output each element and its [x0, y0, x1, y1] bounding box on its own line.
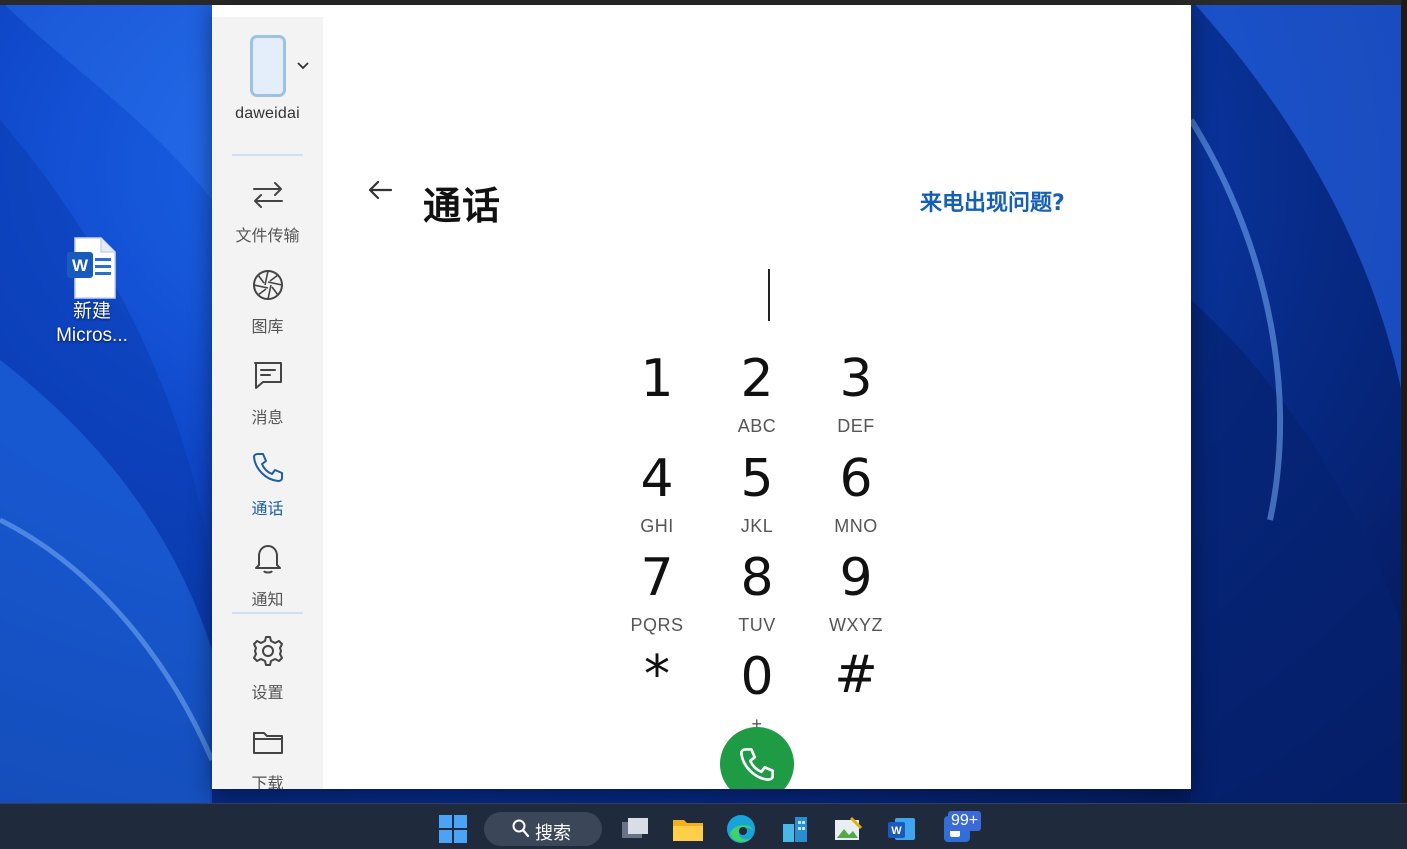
phone-device-icon [249, 35, 286, 97]
sidebar-item-calls[interactable]: 通话 [212, 450, 323, 536]
file-explorer-icon[interactable] [671, 812, 705, 846]
keypad-key-3[interactable]: 3 DEF [816, 351, 896, 437]
chevron-down-icon[interactable] [296, 61, 310, 71]
keypad-key-2[interactable]: 2 ABC [717, 351, 797, 437]
phone-link-window: daweidai 文件传输 图库 消息 通话 通知 设置 下载 通话 来电出现问… [212, 5, 1191, 789]
keypad-key-0[interactable]: 0 + [717, 649, 797, 735]
windows-start-icon[interactable] [436, 812, 470, 846]
sidebar-item-gallery[interactable]: 图库 [212, 268, 323, 354]
back-arrow-icon[interactable] [367, 177, 393, 203]
sidebar-item-label: 文件传输 [235, 228, 300, 245]
keypad-key-4[interactable]: 4 GHI [617, 451, 697, 537]
key-digit: 2 [740, 349, 774, 409]
key-digit: # [834, 645, 878, 705]
keypad-key-8[interactable]: 8 TUV [717, 550, 797, 636]
image-editor-icon[interactable] [831, 812, 865, 846]
screen-right-edge [1401, 0, 1407, 848]
taskbar-search[interactable]: 搜索 [484, 812, 602, 846]
sidebar-item-settings[interactable]: 设置 [212, 634, 323, 720]
phone-handset-icon [740, 748, 774, 781]
text-caret [768, 269, 770, 321]
sidebar-item-label: 通话 [251, 501, 284, 518]
edge-browser-icon[interactable] [724, 812, 758, 846]
gear-icon [252, 636, 283, 666]
bell-icon [254, 545, 281, 574]
sidebar-item-label: 下载 [251, 776, 284, 789]
desktop-word-document[interactable]: W 新建 Micros... [50, 236, 134, 348]
notification-badge: 99+ [948, 811, 982, 831]
keypad-key-hash[interactable]: # [816, 647, 896, 733]
gallery-icon [252, 270, 283, 300]
key-digit: * [644, 645, 670, 705]
key-digit: 1 [640, 349, 674, 409]
key-letters: PQRS [630, 615, 684, 635]
keypad-key-star[interactable]: * [617, 647, 697, 733]
call-button[interactable] [720, 727, 794, 789]
key-letters: JKL [740, 516, 774, 536]
desktop-icon-label-line1: 新建 [72, 301, 111, 322]
sidebar-item-label: 图库 [251, 319, 284, 336]
key-letters: DEF [837, 416, 875, 436]
buildings-app-icon[interactable] [778, 812, 812, 846]
taskbar: 搜索 W 99+ [0, 803, 1407, 849]
sidebar-item-label: 消息 [251, 410, 284, 427]
key-digit: 6 [839, 449, 873, 509]
phone-number-input[interactable] [603, 265, 937, 321]
key-digit: 8 [740, 548, 774, 608]
sidebar-divider [232, 154, 303, 156]
page-title: 通话 [423, 184, 502, 228]
svg-text:W: W [72, 256, 89, 275]
key-letters: TUV [738, 615, 776, 635]
search-icon [512, 819, 530, 838]
search-label: 搜索 [535, 823, 571, 844]
key-digit: 4 [640, 449, 674, 509]
keypad-key-6[interactable]: 6 MNO [816, 451, 896, 537]
transfer-icon [252, 182, 283, 208]
folder-icon [252, 732, 283, 754]
key-digit: 0 [740, 647, 774, 707]
key-letters: GHI [640, 516, 674, 536]
key-letters: WXYZ [829, 615, 883, 635]
word-document-icon: W [67, 236, 117, 300]
keypad-key-9[interactable]: 9 WXYZ [816, 550, 896, 636]
device-selector[interactable]: daweidai [212, 35, 323, 123]
word-app-icon[interactable]: W [885, 812, 919, 846]
sidebar-item-downloads[interactable]: 下载 [212, 725, 323, 789]
call-problem-help-link[interactable]: 来电出现问题? [920, 185, 1065, 217]
sidebar-item-messages[interactable]: 消息 [212, 359, 323, 445]
sidebar-divider [232, 612, 303, 614]
key-letters: ABC [737, 416, 777, 436]
keypad-key-1[interactable]: 1 [617, 351, 697, 437]
key-digit: 7 [640, 548, 674, 608]
message-icon [253, 362, 282, 389]
key-letters: MNO [834, 516, 878, 536]
key-digit: 3 [839, 349, 873, 409]
phone-icon [252, 453, 283, 482]
sidebar-item-notifications[interactable]: 通知 [212, 541, 323, 627]
sidebar-item-file-transfer[interactable]: 文件传输 [212, 177, 323, 263]
sidebar-item-label: 通知 [251, 592, 284, 609]
key-digit: 5 [740, 449, 774, 509]
keypad-key-7[interactable]: 7 PQRS [617, 550, 697, 636]
key-digit: 9 [839, 548, 873, 608]
device-name: daweidai [235, 105, 300, 122]
desktop-icon-label-line2: Micros... [56, 325, 128, 346]
svg-text:W: W [891, 825, 902, 837]
sidebar: daweidai 文件传输 图库 消息 通话 通知 设置 下载 [212, 17, 323, 789]
keypad-key-5[interactable]: 5 JKL [717, 451, 797, 537]
task-view-icon[interactable] [618, 812, 652, 846]
sidebar-item-label: 设置 [251, 685, 284, 702]
calls-panel: 通话 来电出现问题? 1 2 ABC 3 DEF 4 GHI 5 JKL 6 M… [323, 17, 1191, 789]
